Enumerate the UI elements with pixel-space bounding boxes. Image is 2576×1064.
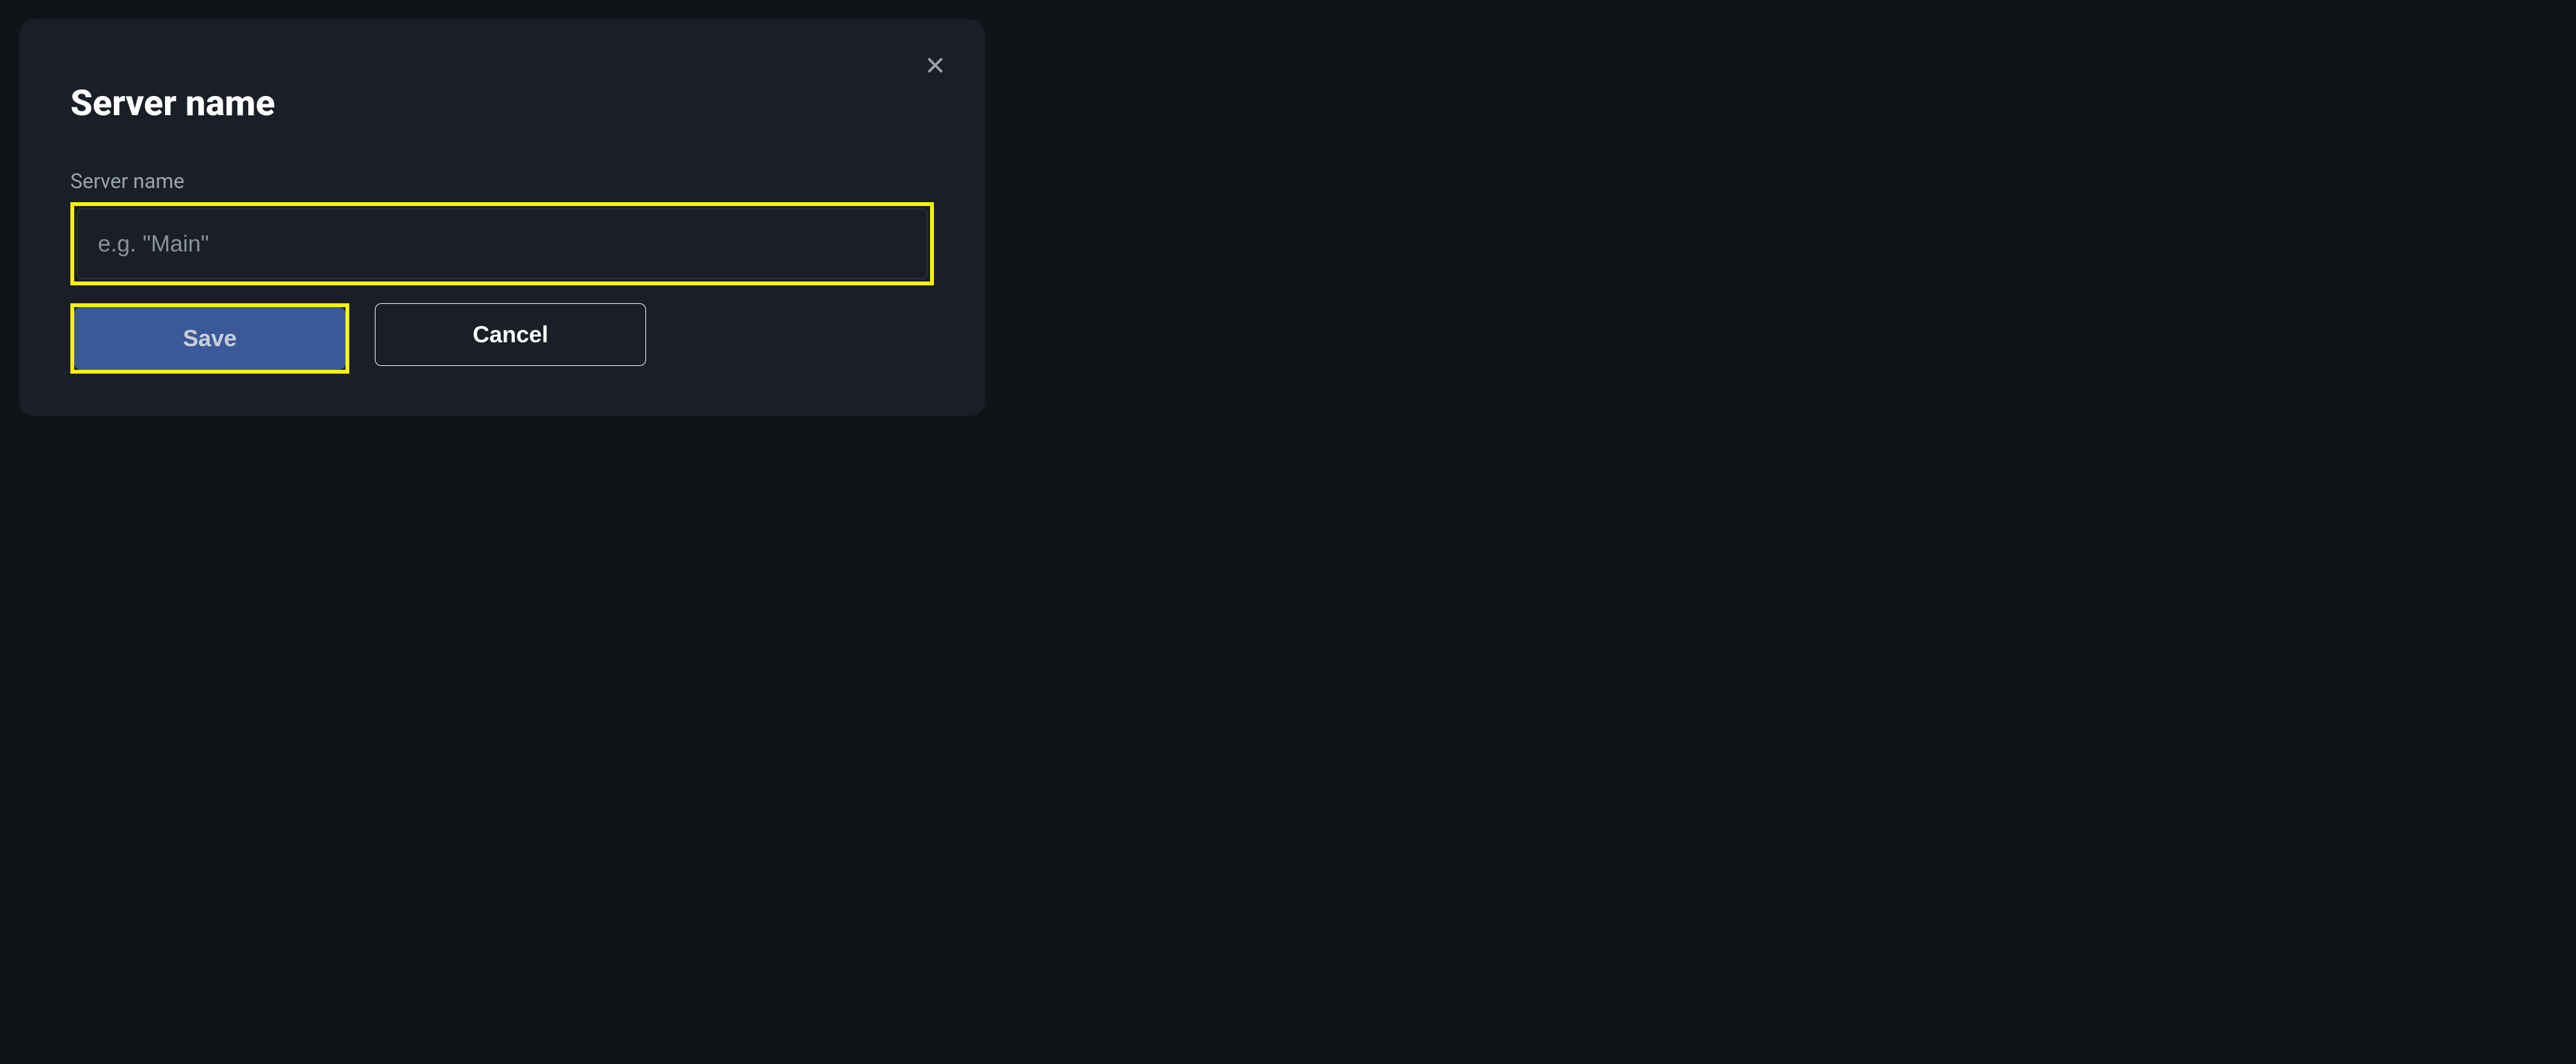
- save-button[interactable]: Save: [74, 307, 345, 370]
- server-name-modal: Server name Server name Save Cancel: [19, 19, 985, 416]
- close-button[interactable]: [920, 50, 951, 81]
- cancel-button[interactable]: Cancel: [375, 303, 646, 366]
- server-name-input[interactable]: [77, 209, 928, 279]
- button-row: Save Cancel: [70, 303, 934, 374]
- save-highlight: Save: [70, 303, 349, 374]
- input-highlight: [70, 202, 934, 285]
- server-name-label: Server name: [70, 169, 934, 193]
- close-icon: [924, 54, 947, 77]
- modal-title: Server name: [70, 82, 934, 124]
